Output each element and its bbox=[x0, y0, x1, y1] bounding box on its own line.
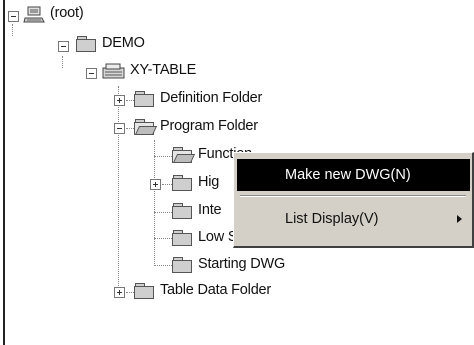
tree-guide-line bbox=[118, 86, 119, 292]
submenu-arrow-icon bbox=[457, 215, 462, 223]
context-menu: Make new DWG(N) List Display(V) bbox=[233, 152, 474, 248]
tree-item-demo-label[interactable]: DEMO bbox=[102, 35, 145, 51]
open-folder-icon bbox=[134, 119, 158, 135]
collapse-toggle-xy-table[interactable] bbox=[86, 68, 97, 79]
menu-item-list-display[interactable]: List Display(V) bbox=[237, 203, 470, 235]
tree-guide-line bbox=[154, 238, 172, 239]
collapse-toggle-demo[interactable] bbox=[58, 41, 69, 52]
folder-icon bbox=[172, 203, 192, 219]
collapse-toggle-root[interactable] bbox=[8, 11, 19, 22]
list-display-label: List Display(V) bbox=[285, 211, 379, 227]
folder-icon bbox=[134, 283, 154, 299]
folder-icon bbox=[134, 91, 154, 107]
tree-item-root-label[interactable]: (root) bbox=[50, 5, 84, 21]
folder-icon bbox=[76, 36, 96, 52]
open-folder-icon bbox=[172, 147, 196, 163]
expand-toggle-table-data-folder[interactable] bbox=[114, 287, 125, 298]
tree-item-xy-table-label[interactable]: XY-TABLE bbox=[130, 62, 196, 78]
tree-item-starting-dwg-label[interactable]: Starting DWG bbox=[198, 256, 285, 272]
tree-guide-line bbox=[154, 212, 172, 213]
make-new-dwg-label: Make new DWG(N) bbox=[285, 167, 411, 183]
tree-guide-line bbox=[154, 265, 172, 266]
menu-separator bbox=[240, 195, 466, 197]
tree-guide-line bbox=[154, 156, 172, 157]
folder-icon bbox=[172, 175, 192, 191]
expand-toggle-definition-folder[interactable] bbox=[114, 95, 125, 106]
tree-item-definition-folder-label[interactable]: Definition Folder bbox=[160, 90, 262, 106]
folder-icon bbox=[172, 257, 192, 273]
tree-item-high-label[interactable]: Hig bbox=[198, 174, 219, 190]
tree-guide-line bbox=[62, 56, 63, 68]
tree-guide-line bbox=[162, 184, 172, 185]
controller-icon bbox=[102, 62, 126, 80]
tree-guide-line bbox=[12, 24, 13, 36]
folder-icon bbox=[172, 230, 192, 246]
tree-item-interrupt-label[interactable]: Inte bbox=[198, 202, 222, 218]
tree-guide-line bbox=[154, 140, 155, 266]
collapse-toggle-program-folder[interactable] bbox=[114, 123, 125, 134]
expand-toggle-high[interactable] bbox=[150, 179, 161, 190]
computer-icon bbox=[23, 6, 45, 24]
tree-item-table-data-folder-label[interactable]: Table Data Folder bbox=[160, 282, 271, 298]
menu-item-make-new-dwg[interactable]: Make new DWG(N) bbox=[237, 159, 470, 191]
tree-item-program-folder-label[interactable]: Program Folder bbox=[160, 118, 258, 134]
